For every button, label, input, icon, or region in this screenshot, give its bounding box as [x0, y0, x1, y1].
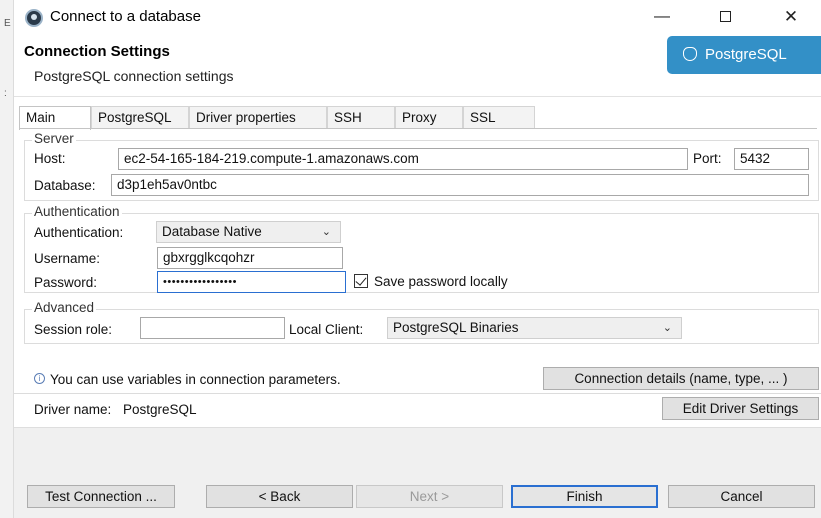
- info-divider: [14, 393, 821, 394]
- server-group-label: Server: [32, 131, 76, 146]
- tab-driver-properties[interactable]: Driver properties: [189, 106, 327, 129]
- close-icon: ✕: [783, 7, 799, 26]
- chevron-down-icon: ⌄: [662, 322, 672, 334]
- port-input[interactable]: 5432: [734, 148, 809, 170]
- tab-panel-border: [19, 128, 817, 129]
- port-label: Port:: [693, 151, 722, 166]
- page-title: Connection Settings: [24, 43, 170, 60]
- app-logo-icon: [25, 9, 43, 27]
- driver-name-value: PostgreSQL: [123, 402, 197, 417]
- tab-proxy[interactable]: Proxy: [395, 106, 463, 129]
- postgresql-elephant-icon: [683, 47, 697, 61]
- host-input[interactable]: ec2-54-165-184-219.compute-1.amazonaws.c…: [118, 148, 688, 170]
- authentication-label: Authentication:: [34, 225, 124, 240]
- password-label: Password:: [34, 275, 98, 290]
- username-label: Username:: [34, 251, 101, 266]
- finish-button[interactable]: Finish: [511, 485, 658, 508]
- session-role-input[interactable]: [140, 317, 285, 339]
- next-button[interactable]: Next >: [356, 485, 503, 508]
- minimize-icon: —: [654, 8, 670, 25]
- tab-ssl[interactable]: SSL: [463, 106, 535, 129]
- cancel-button[interactable]: Cancel: [668, 485, 815, 508]
- driver-name-label: Driver name:: [34, 402, 112, 417]
- local-client-select[interactable]: PostgreSQL Binaries ⌄: [387, 317, 682, 339]
- close-button[interactable]: ✕: [771, 4, 811, 30]
- postgresql-logo-text: PostgreSQL: [705, 46, 787, 63]
- advanced-group-label: Advanced: [32, 300, 97, 315]
- maximize-button[interactable]: [705, 4, 745, 30]
- window-title: Connect to a database: [50, 8, 201, 25]
- authentication-select[interactable]: Database Native ⌄: [156, 221, 341, 243]
- info-icon: i: [34, 373, 45, 384]
- tab-postgresql[interactable]: PostgreSQL: [91, 106, 189, 129]
- username-input[interactable]: gbxrgglkcqohzr: [157, 247, 343, 269]
- authentication-select-value: Database Native: [162, 224, 262, 239]
- database-label: Database:: [34, 178, 96, 193]
- authentication-group-label: Authentication: [32, 204, 122, 219]
- local-client-select-value: PostgreSQL Binaries: [393, 320, 519, 335]
- background-window-strip: E :: [0, 0, 14, 518]
- test-connection-button[interactable]: Test Connection ...: [27, 485, 175, 508]
- save-password-label[interactable]: Save password locally: [374, 274, 508, 289]
- tab-main[interactable]: Main: [19, 106, 91, 130]
- edit-driver-settings-button[interactable]: Edit Driver Settings: [662, 397, 819, 420]
- maximize-icon: [719, 11, 731, 23]
- chevron-down-icon: ⌄: [321, 226, 331, 238]
- variables-info-text: You can use variables in connection para…: [50, 372, 341, 387]
- local-client-label: Local Client:: [289, 322, 364, 337]
- database-input[interactable]: d3p1eh5av0ntbc: [111, 174, 809, 196]
- dialog-window: Connect to a database — ✕ Connection Set…: [14, 0, 821, 518]
- back-button[interactable]: < Back: [206, 485, 353, 508]
- tab-ssh[interactable]: SSH: [327, 106, 395, 129]
- save-password-checkbox[interactable]: [354, 274, 368, 288]
- password-input[interactable]: •••••••••••••••••: [157, 271, 346, 293]
- host-label: Host:: [34, 151, 66, 166]
- postgresql-logo: PostgreSQL: [667, 36, 821, 74]
- title-bar: Connect to a database — ✕: [14, 0, 821, 34]
- minimize-button[interactable]: —: [642, 4, 682, 30]
- header-divider: [14, 96, 821, 97]
- page-subtitle: PostgreSQL connection settings: [34, 68, 234, 84]
- connection-details-button[interactable]: Connection details (name, type, ... ): [543, 367, 819, 390]
- session-role-label: Session role:: [34, 322, 113, 337]
